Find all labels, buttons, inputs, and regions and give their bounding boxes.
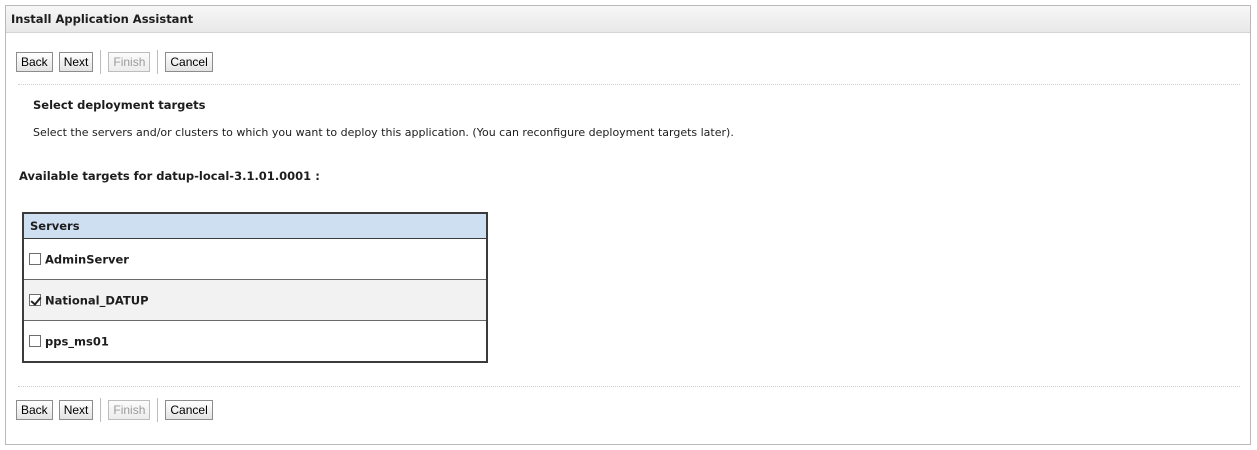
server-label: AdminServer — [45, 252, 129, 267]
top-button-bar: Back Next Finish Cancel — [16, 50, 219, 74]
bottom-button-bar: Back Next Finish Cancel — [16, 398, 219, 422]
table-row: pps_ms01 — [23, 320, 487, 362]
next-button[interactable]: Next — [58, 400, 94, 420]
servers-table: Servers AdminServer National_DATUP pps_m… — [22, 212, 488, 363]
next-button[interactable]: Next — [58, 52, 94, 72]
cancel-button[interactable]: Cancel — [165, 400, 213, 420]
servers-column-header: Servers — [23, 213, 487, 239]
button-separator — [157, 50, 159, 74]
panel-title: Install Application Assistant — [6, 6, 1250, 33]
server-label: pps_ms01 — [45, 334, 109, 349]
table-row: AdminServer — [23, 238, 487, 280]
cancel-button[interactable]: Cancel — [165, 52, 213, 72]
server-cell: pps_ms01 — [23, 320, 487, 362]
server-checkbox-pps-ms01[interactable] — [29, 335, 41, 348]
server-label: National_DATUP — [45, 293, 149, 308]
server-cell: National_DATUP — [23, 279, 487, 321]
table-row: National_DATUP — [23, 279, 487, 321]
server-checkbox-national-datup[interactable] — [29, 294, 41, 307]
finish-button[interactable]: Finish — [108, 52, 151, 72]
bottom-divider — [18, 386, 1240, 387]
server-checkbox-adminserver[interactable] — [29, 253, 41, 266]
server-cell: AdminServer — [23, 238, 487, 280]
step-description: Select the servers and/or clusters to wh… — [33, 126, 734, 139]
button-separator — [157, 398, 159, 422]
back-button[interactable]: Back — [16, 400, 53, 420]
back-button[interactable]: Back — [16, 52, 53, 72]
step-title: Select deployment targets — [33, 98, 206, 112]
button-separator — [100, 398, 102, 422]
available-targets-heading: Available targets for datup-local-3.1.01… — [19, 169, 320, 183]
button-separator — [100, 50, 102, 74]
finish-button[interactable]: Finish — [108, 400, 151, 420]
top-divider — [18, 84, 1240, 85]
install-application-assistant-panel: Install Application Assistant Back Next … — [5, 5, 1251, 445]
